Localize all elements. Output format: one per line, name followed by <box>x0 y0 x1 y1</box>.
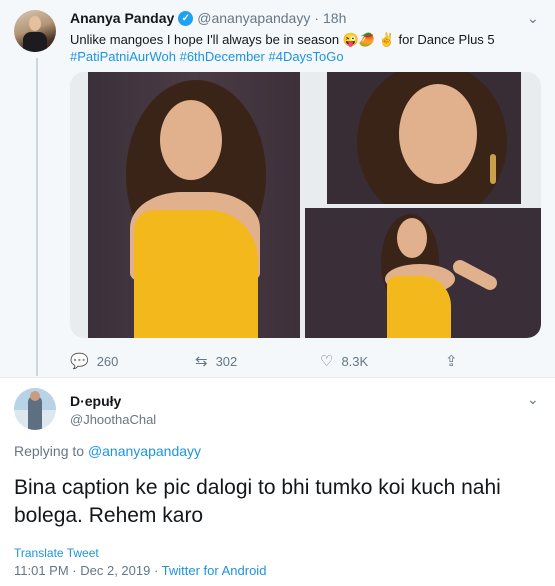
tweet-text: Unlike mangoes I hope I'll always be in … <box>70 31 540 65</box>
avatar-head <box>30 391 40 401</box>
tweet-text-b: for Dance Plus 5 <box>398 32 495 47</box>
retweet-icon: ⇆ <box>195 353 208 370</box>
retweet-action[interactable]: ⇆ 302 <box>195 352 237 370</box>
like-action[interactable]: ♡ 8.3K <box>320 352 368 370</box>
timestamp[interactable]: 11:01 PM · Dec 2, 2019 · <box>14 563 162 578</box>
reply-author-name[interactable]: D·epuły <box>70 393 121 409</box>
tweet-meta: 11:01 PM · Dec 2, 2019 · Twitter for And… <box>14 563 266 578</box>
chevron-down-icon[interactable]: ⌄ <box>527 10 539 27</box>
reply-count: 260 <box>96 353 119 369</box>
divider <box>0 377 555 378</box>
translate-link[interactable]: Translate Tweet <box>14 546 99 560</box>
source-link[interactable]: Twitter for Android <box>162 563 267 578</box>
photo-2[interactable] <box>327 72 521 204</box>
avatar-body <box>23 32 47 52</box>
reply-action[interactable]: 💬 260 <box>70 352 118 370</box>
thread-line <box>36 58 38 376</box>
photo-gallery <box>70 72 541 338</box>
replying-label: Replying to <box>14 443 88 459</box>
author-name[interactable]: Ananya Panday <box>70 10 174 26</box>
tweet-text-a: Unlike mangoes I hope I'll always be in … <box>70 32 343 47</box>
author-handle[interactable]: @ananyapandayy <box>197 10 310 26</box>
tweet-time[interactable]: 18h <box>323 10 346 26</box>
separator: · <box>314 10 320 26</box>
photo-1[interactable] <box>88 72 300 338</box>
like-count: 8.3K <box>341 353 369 369</box>
retweet-count: 302 <box>215 353 238 369</box>
avatar-figure <box>28 396 42 430</box>
like-icon: ♡ <box>320 353 334 370</box>
avatar-face <box>29 16 41 31</box>
verified-icon: ✓ <box>178 10 194 26</box>
chevron-down-icon[interactable]: ⌄ <box>527 391 539 408</box>
share-action[interactable]: ⇪ <box>445 352 458 370</box>
emoji-group: 😜🥭 ✌ <box>342 32 395 47</box>
reply-avatar[interactable] <box>14 388 56 430</box>
replying-handle[interactable]: @ananyapandayy <box>88 443 201 459</box>
reply-icon: 💬 <box>70 353 89 370</box>
share-icon: ⇪ <box>445 353 458 370</box>
photo-3[interactable] <box>305 208 541 338</box>
tweet-header: Ananya Panday ✓ @ananyapandayy · 18h <box>70 10 346 26</box>
avatar[interactable] <box>14 10 56 52</box>
reply-text: Bina caption ke pic dalogi to bhi tumko … <box>14 476 501 527</box>
hashtags[interactable]: #PatiPatniAurWoh #6thDecember #4DaysToGo <box>70 49 344 64</box>
reply-author-handle[interactable]: @JhoothaChal <box>70 412 156 427</box>
replying-to: Replying to @ananyapandayy <box>14 443 201 459</box>
